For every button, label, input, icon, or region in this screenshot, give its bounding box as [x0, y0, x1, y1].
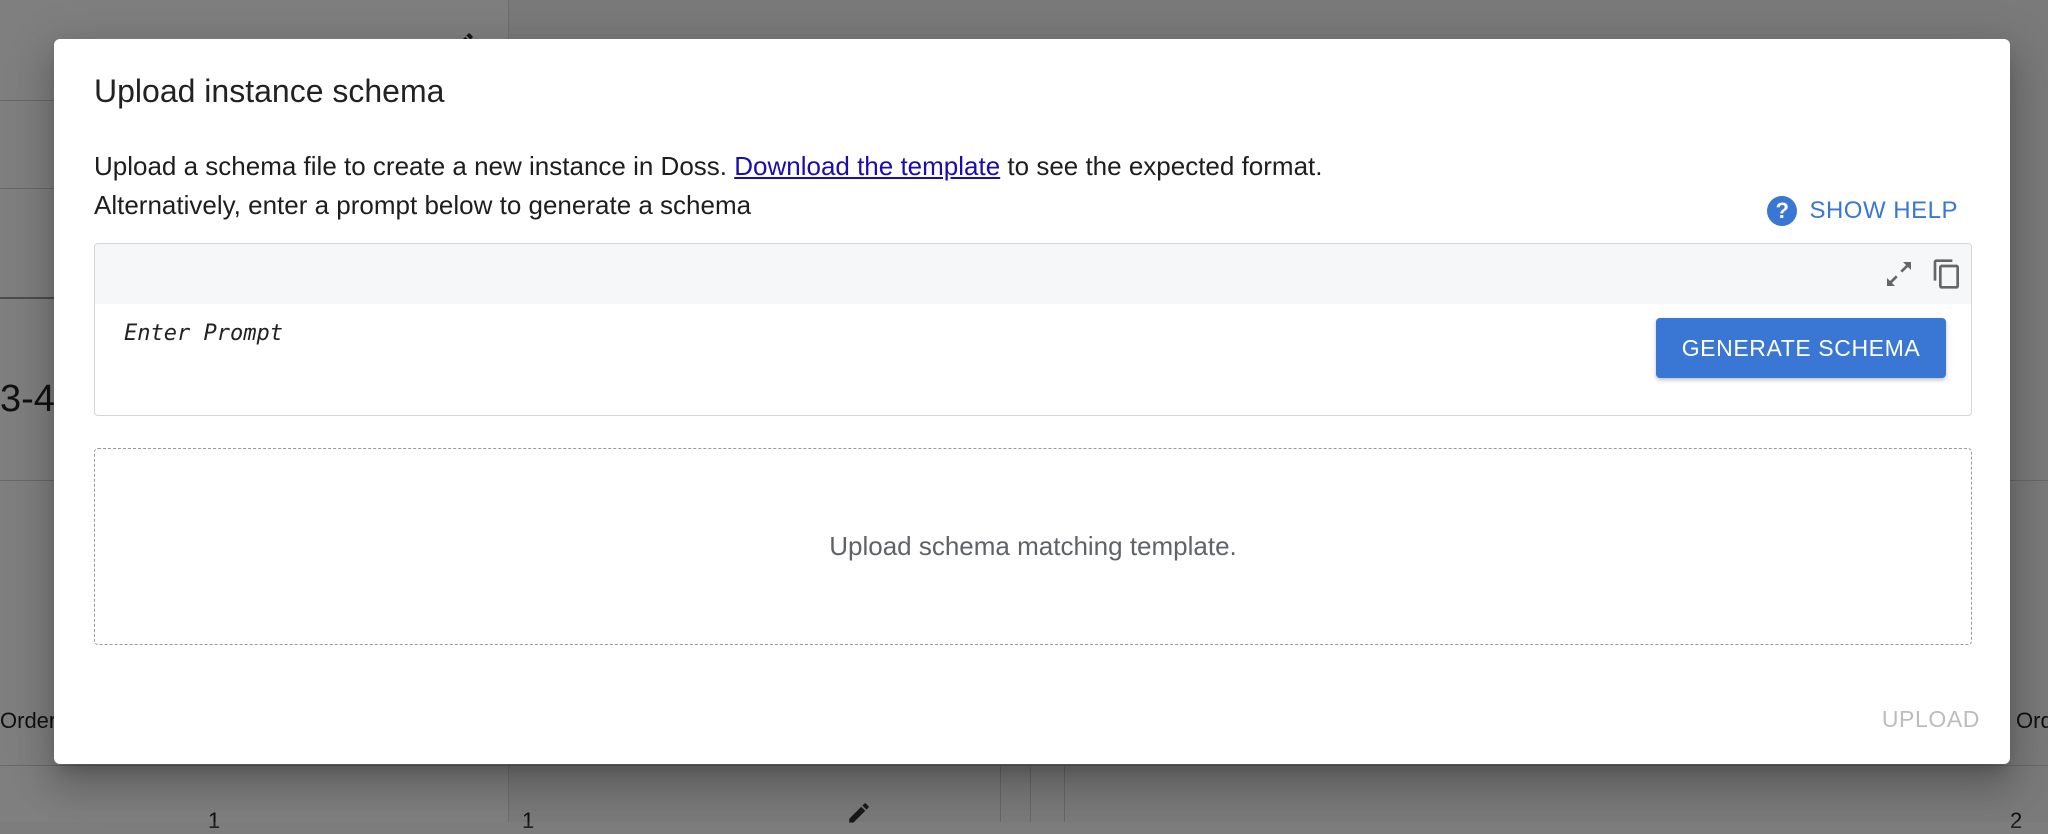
description-line-1: Upload a schema file to create a new ins… [94, 147, 1322, 186]
expand-icon[interactable] [1883, 258, 1915, 290]
dialog-title: Upload instance schema [94, 73, 445, 109]
description-text: to see the expected format. [1000, 151, 1323, 181]
prompt-editor[interactable]: Enter Prompt GENERATE SCHEMA [94, 243, 1972, 416]
dropzone-label: Upload schema matching template. [829, 531, 1237, 561]
show-help-button[interactable]: ? SHOW HELP [1767, 196, 1958, 226]
dialog-description: Upload a schema file to create a new ins… [94, 147, 1322, 225]
prompt-input[interactable]: Enter Prompt [124, 321, 283, 346]
upload-button[interactable]: UPLOAD [1876, 705, 1986, 734]
copy-icon[interactable] [1931, 258, 1963, 290]
description-text: Upload a schema file to create a new ins… [94, 151, 735, 181]
download-template-link[interactable]: Download the template [734, 151, 1000, 181]
help-circle-icon: ? [1767, 196, 1798, 226]
generate-schema-button[interactable]: GENERATE SCHEMA [1656, 318, 1946, 378]
upload-schema-dialog: Upload instance schema Upload a schema f… [54, 39, 2010, 764]
show-help-label: SHOW HELP [1809, 197, 1958, 224]
description-line-2: Alternatively, enter a prompt below to g… [94, 190, 752, 220]
schema-dropzone[interactable]: Upload schema matching template. [94, 448, 1972, 645]
editor-toolbar [95, 244, 1971, 304]
